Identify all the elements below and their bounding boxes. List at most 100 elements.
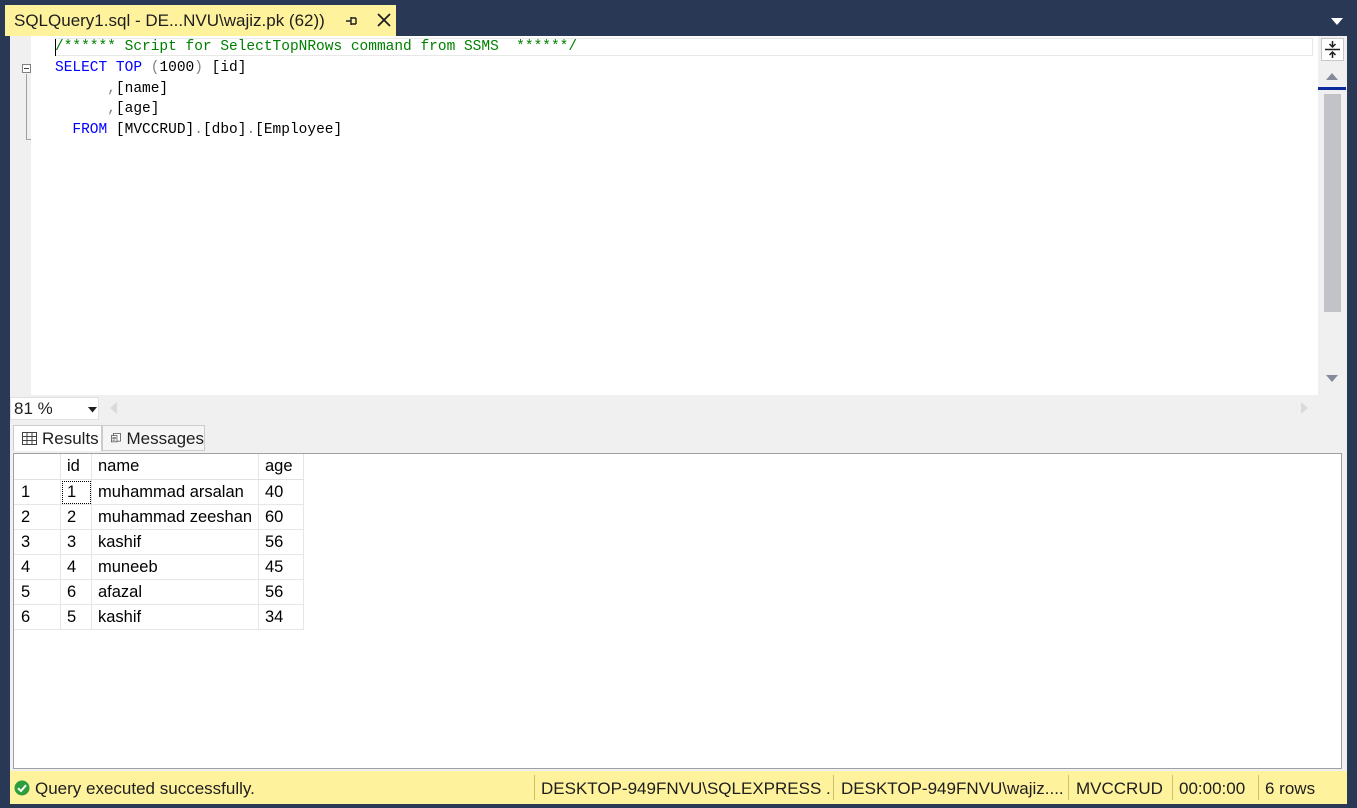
grid-icon [22, 432, 37, 445]
column-header-name[interactable]: name [91, 454, 259, 480]
row-number-header[interactable] [14, 454, 61, 480]
cell-id[interactable]: 1 [60, 479, 92, 505]
caret-position-marker [1318, 87, 1346, 90]
code-line: ,[name] [55, 79, 168, 99]
tab-results[interactable]: Results [13, 425, 102, 451]
tab-overflow-dropdown-icon[interactable] [1330, 16, 1344, 26]
table-row: 4 4 muneeb 45 [14, 554, 304, 580]
code-token: , [107, 81, 116, 97]
chevron-down-icon [88, 407, 97, 413]
scroll-right-arrow-icon[interactable] [1300, 401, 1310, 415]
table-row: 6 5 kashif 34 [14, 604, 304, 630]
close-icon[interactable] [375, 11, 393, 29]
cell-id[interactable]: 5 [60, 604, 92, 630]
split-icon [1325, 41, 1340, 58]
scroll-left-arrow-icon[interactable] [108, 401, 118, 415]
code-token: [age] [115, 101, 160, 117]
outline-guide [26, 74, 27, 140]
cell-name[interactable]: afazal [91, 579, 259, 605]
cell-age[interactable]: 45 [258, 554, 304, 580]
cell-age[interactable]: 34 [258, 604, 304, 630]
document-tab-sqlquery1[interactable]: SQLQuery1.sql - DE...NVU\wajiz.pk (62)) [5, 5, 396, 36]
row-number[interactable]: 2 [14, 504, 61, 530]
code-line: /****** Script for SelectTopNRows comman… [55, 37, 577, 57]
table-row: 5 6 afazal 56 [14, 579, 304, 605]
scrollbar-thumb[interactable] [1324, 94, 1341, 312]
row-number[interactable]: 5 [14, 579, 61, 605]
code-token: . [194, 122, 203, 138]
status-row-count: 6 rows [1265, 779, 1316, 798]
document-tab-strip: SQLQuery1.sql - DE...NVU\wajiz.pk (62)) [0, 0, 1357, 36]
code-token: . [246, 122, 256, 138]
cell-age[interactable]: 56 [258, 529, 304, 555]
table-header-row: id name age [14, 454, 304, 480]
status-login: DESKTOP-949FNVU\wajiz.... [841, 779, 1064, 798]
code-token: , [107, 101, 116, 117]
code-line: FROM [MVCCRUD].[dbo].[Employee] [55, 120, 342, 140]
table-row: 2 2 muhammad zeeshan 60 [14, 504, 304, 530]
code-token: [Employee] [255, 122, 343, 138]
zoom-level-value: 81 % [14, 399, 53, 418]
status-database: MVCCRUD [1076, 779, 1163, 798]
column-header-age[interactable]: age [258, 454, 304, 480]
code-token: ) [194, 60, 212, 76]
code-token: /****** Script for SelectTopNRows comman… [55, 39, 578, 55]
row-number[interactable]: 6 [14, 604, 61, 630]
editor-bottom-bar: 81 % [10, 395, 1347, 422]
collapse-region-icon[interactable] [22, 64, 31, 73]
cell-age[interactable]: 56 [258, 579, 304, 605]
results-table: id name age 1 1 muhammad arsalan 40 2 2 … [14, 454, 304, 630]
code-token: SELECT [55, 60, 108, 76]
code-token: TOP [115, 60, 143, 76]
status-elapsed-time: 00:00:00 [1179, 779, 1246, 798]
status-separator [1258, 775, 1259, 800]
code-line: ,[age] [55, 99, 159, 119]
vertical-scrollbar[interactable] [1318, 36, 1347, 395]
messages-icon [111, 433, 121, 443]
code-line: SELECT TOP (1000) [id] [55, 58, 246, 78]
scroll-down-arrow-icon[interactable] [1325, 374, 1339, 384]
column-header-id[interactable]: id [60, 454, 92, 480]
code-token: FROM [72, 122, 108, 138]
cell-name[interactable]: muhammad arsalan [91, 479, 259, 505]
results-pane: Results Messages id name age 1 1 muhamma… [10, 422, 1347, 771]
cell-id[interactable]: 6 [60, 579, 92, 605]
cell-age[interactable]: 40 [258, 479, 304, 505]
status-separator [1172, 775, 1173, 800]
code-token: [name] [115, 81, 169, 97]
code-token: [id] [211, 60, 247, 76]
editor-gutter [10, 36, 31, 395]
row-number[interactable]: 1 [14, 479, 61, 505]
status-message: Query executed successfully. [35, 779, 255, 798]
scroll-up-arrow-icon[interactable] [1325, 71, 1339, 81]
results-grid[interactable]: id name age 1 1 muhammad arsalan 40 2 2 … [13, 453, 1342, 769]
table-row: 1 1 muhammad arsalan 40 [14, 479, 304, 505]
document-tab-title: SQLQuery1.sql - DE...NVU\wajiz.pk (62)) [14, 10, 325, 30]
query-editor: /****** Script for SelectTopNRows comman… [10, 36, 1347, 422]
tab-messages[interactable]: Messages [102, 425, 205, 451]
cell-name[interactable]: kashif [91, 529, 259, 555]
split-editor-button[interactable] [1321, 38, 1344, 61]
pin-icon[interactable] [344, 13, 360, 29]
cell-age[interactable]: 60 [258, 504, 304, 530]
status-server: DESKTOP-949FNVU\SQLEXPRESS ... [541, 779, 831, 798]
code-token: [dbo] [202, 122, 247, 138]
status-separator [1068, 775, 1069, 800]
code-token: 1000 [159, 60, 195, 76]
code-token: [MVCCRUD] [107, 122, 195, 138]
row-number[interactable]: 4 [14, 554, 61, 580]
zoom-level-select[interactable]: 81 % [10, 397, 99, 420]
status-separator [534, 775, 535, 800]
cell-id[interactable]: 4 [60, 554, 92, 580]
cell-name[interactable]: muneeb [91, 554, 259, 580]
cell-id[interactable]: 2 [60, 504, 92, 530]
code-text-area[interactable]: /****** Script for SelectTopNRows comman… [31, 36, 1317, 395]
cell-name[interactable]: muhammad zeeshan [91, 504, 259, 530]
cell-id[interactable]: 3 [60, 529, 92, 555]
code-token: ( [142, 60, 160, 76]
row-number[interactable]: 3 [14, 529, 61, 555]
cell-name[interactable]: kashif [91, 604, 259, 630]
status-separator [833, 775, 834, 800]
